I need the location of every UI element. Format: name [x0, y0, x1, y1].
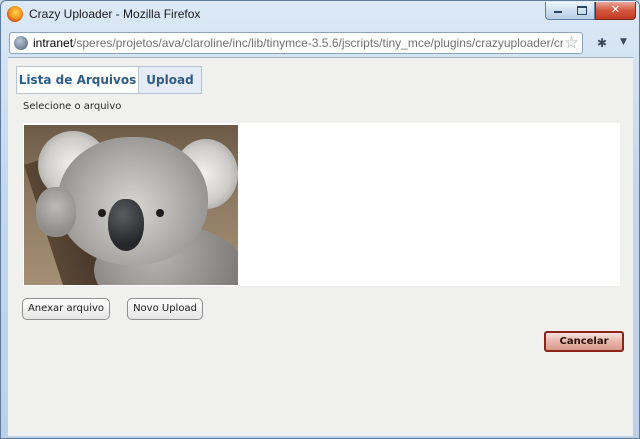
url-path: /speres/projetos/ava/claroline/inc/lib/t…	[73, 36, 563, 50]
chevron-down-icon[interactable]: ▼	[620, 37, 627, 47]
title-bar: Crazy Uploader - Mozilla Firefox ✕	[1, 1, 639, 29]
new-upload-button[interactable]: Novo Upload	[127, 298, 203, 320]
window-title: Crazy Uploader - Mozilla Firefox	[29, 7, 201, 21]
koala-paw	[36, 187, 76, 237]
attach-file-button[interactable]: Anexar arquivo	[22, 298, 110, 320]
browser-window: Crazy Uploader - Mozilla Firefox ✕ intra…	[0, 0, 640, 439]
close-button[interactable]: ✕	[595, 2, 636, 20]
image-preview-area	[23, 123, 620, 286]
koala-nose	[108, 199, 144, 251]
page-content: Lista de Arquivos Upload Selecione o arq…	[8, 57, 633, 436]
select-file-label: Selecione o arquivo	[23, 101, 122, 112]
globe-icon	[14, 36, 28, 50]
koala-right-eye	[156, 209, 164, 217]
firebug-icon[interactable]: ✱	[597, 36, 607, 50]
maximize-button[interactable]	[570, 2, 595, 20]
tab-file-list[interactable]: Lista de Arquivos	[16, 66, 139, 94]
url-text: intranet/speres/projetos/ava/claroline/i…	[33, 36, 563, 50]
tab-upload[interactable]: Upload	[139, 66, 202, 94]
minimize-icon	[554, 11, 562, 13]
cancel-button[interactable]: Cancelar	[544, 331, 624, 352]
close-icon: ✕	[610, 3, 621, 16]
koala-left-eye	[98, 209, 106, 217]
firefox-icon	[7, 6, 23, 22]
minimize-button[interactable]	[545, 2, 571, 20]
koala-image	[24, 125, 238, 285]
address-bar[interactable]: intranet/speres/projetos/ava/claroline/i…	[9, 32, 583, 54]
bookmark-star-icon[interactable]: ☆	[564, 33, 579, 53]
maximize-icon	[577, 6, 587, 15]
url-host: intranet	[33, 36, 74, 50]
